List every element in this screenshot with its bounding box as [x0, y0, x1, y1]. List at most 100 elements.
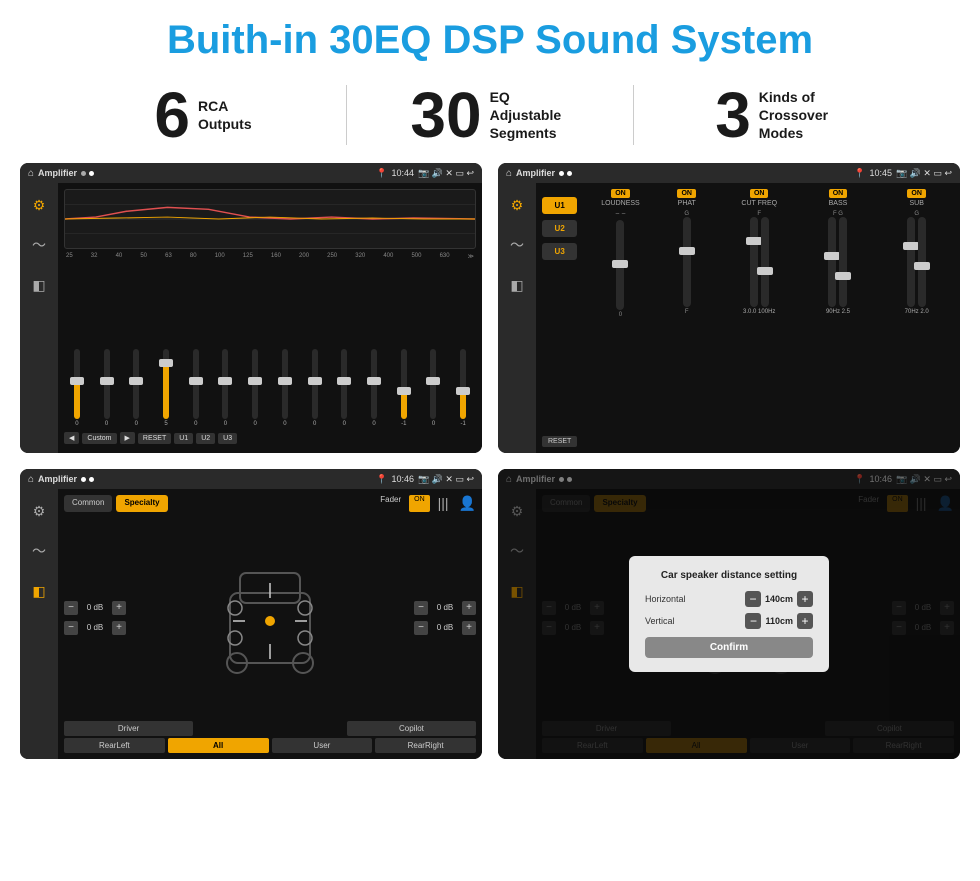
- dialog-title: Car speaker distance setting: [645, 570, 813, 581]
- tab-common[interactable]: Common: [64, 495, 112, 512]
- dialog-vertical-row: Vertical − 110cm +: [645, 613, 813, 629]
- ch-bass: ON BASS F G 90Hz 2.5: [801, 189, 876, 315]
- db-plus-1[interactable]: +: [112, 601, 126, 615]
- eq-slider-5[interactable]: 0: [183, 266, 209, 427]
- sidebar-eq-icon[interactable]: ⚙: [25, 191, 53, 219]
- db-plus-3[interactable]: +: [462, 601, 476, 615]
- sidebar-speaker-icon[interactable]: ◧: [25, 271, 53, 299]
- btn-user[interactable]: User: [272, 738, 373, 753]
- eq-slider-4[interactable]: 5: [153, 266, 179, 427]
- btn-rearleft[interactable]: RearLeft: [64, 738, 165, 753]
- spk-home-icon[interactable]: ⌂: [28, 474, 34, 485]
- eq-slider-7[interactable]: 0: [242, 266, 268, 427]
- xover-sidebar-spk-icon[interactable]: ◧: [503, 271, 531, 299]
- eq-slider-1[interactable]: 0: [64, 266, 90, 427]
- stat-number-3: 3: [715, 83, 751, 147]
- bass-on-badge[interactable]: ON: [829, 189, 848, 198]
- eq-custom-label: Custom: [82, 433, 116, 444]
- db-minus-2[interactable]: −: [64, 621, 78, 635]
- xover-sidebar-wave-icon[interactable]: 〜: [503, 231, 531, 259]
- dialog-vertical-control: − 110cm +: [745, 613, 813, 629]
- spk-app-name: Amplifier: [38, 474, 77, 484]
- db-minus-4[interactable]: −: [414, 621, 428, 635]
- eq-slider-6[interactable]: 0: [213, 266, 239, 427]
- spk-sidebar-spk-icon[interactable]: ◧: [25, 577, 53, 605]
- spk-sidebar-wave-icon[interactable]: 〜: [25, 537, 53, 565]
- xover-u3-btn[interactable]: U3: [542, 243, 577, 260]
- xover-time: 10:45: [869, 168, 892, 178]
- stats-row: 6 RCAOutputs 30 EQ AdjustableSegments 3 …: [0, 75, 980, 163]
- dialog-horizontal-minus[interactable]: −: [745, 591, 761, 607]
- confirm-button[interactable]: Confirm: [645, 637, 813, 658]
- speaker-status-bar: ⌂ Amplifier 📍 10:46 📷 🔊 ✕ ▭ ↩: [20, 469, 482, 489]
- speaker-screen-card: ⌂ Amplifier 📍 10:46 📷 🔊 ✕ ▭ ↩ ⚙ 〜 ◧ Comm…: [20, 469, 482, 759]
- cutfreq-on-badge[interactable]: ON: [750, 189, 769, 198]
- spk-left-sidebar: ⚙ 〜 ◧: [20, 489, 58, 759]
- eq-prev-btn[interactable]: ◀: [64, 432, 79, 444]
- xover-u1-btn[interactable]: U1: [542, 197, 577, 214]
- page-title: Buith-in 30EQ DSP Sound System: [0, 0, 980, 75]
- eq-slider-3[interactable]: 0: [123, 266, 149, 427]
- xover-home-icon[interactable]: ⌂: [506, 168, 512, 179]
- btn-all[interactable]: All: [168, 738, 269, 753]
- home-icon[interactable]: ⌂: [28, 168, 34, 179]
- dialog-horizontal-row: Horizontal − 140cm +: [645, 591, 813, 607]
- stat-item-eq: 30 EQ AdjustableSegments: [347, 83, 633, 147]
- db-minus-1[interactable]: −: [64, 601, 78, 615]
- dialog-vertical-minus[interactable]: −: [745, 613, 761, 629]
- db-plus-4[interactable]: +: [462, 621, 476, 635]
- eq-slider-12[interactable]: -1: [391, 266, 417, 427]
- eq-slider-9[interactable]: 0: [302, 266, 328, 427]
- eq-u2-btn[interactable]: U2: [196, 433, 215, 444]
- phat-on-badge[interactable]: ON: [677, 189, 696, 198]
- dialog-vertical-value: 110cm: [765, 616, 793, 626]
- tab-specialty[interactable]: Specialty: [116, 495, 167, 512]
- dialog-vertical-label: Vertical: [645, 616, 675, 626]
- sidebar-wave-icon[interactable]: 〜: [25, 231, 53, 259]
- eq-reset-btn[interactable]: RESET: [138, 433, 171, 444]
- eq-u1-btn[interactable]: U1: [174, 433, 193, 444]
- db-minus-3[interactable]: −: [414, 601, 428, 615]
- sub-on-badge[interactable]: ON: [907, 189, 926, 198]
- user-icon[interactable]: 👤: [459, 495, 476, 512]
- xover-sidebar-eq-icon[interactable]: ⚙: [503, 191, 531, 219]
- car-diagram: [132, 518, 408, 717]
- eq-status-icons: 📷 🔊 ✕ ▭ ↩: [418, 168, 474, 179]
- loudness-on-badge[interactable]: ON: [611, 189, 630, 198]
- eq-u3-btn[interactable]: U3: [218, 433, 237, 444]
- eq-slider-14[interactable]: -1: [450, 266, 476, 427]
- eq-graph: [64, 189, 476, 249]
- eq-screen-card: ⌂ Amplifier 📍 10:44 📷 🔊 ✕ ▭ ↩ ⚙ 〜 ◧: [20, 163, 482, 453]
- db-plus-2[interactable]: +: [112, 621, 126, 635]
- db-control-top-right: − 0 dB +: [414, 601, 476, 615]
- stat-text-crossover: Kinds ofCrossover Modes: [759, 88, 839, 143]
- dialog-horizontal-label: Horizontal: [645, 594, 686, 604]
- eq-dots: [81, 171, 94, 176]
- dialog-horizontal-plus[interactable]: +: [797, 591, 813, 607]
- stat-item-rca: 6 RCAOutputs: [60, 83, 346, 147]
- crossover-status-bar: ⌂ Amplifier 📍 10:45 📷 🔊 ✕ ▭ ↩: [498, 163, 960, 183]
- eq-location-icon: 📍: [376, 168, 387, 179]
- xover-reset-btn[interactable]: RESET: [542, 436, 577, 447]
- db-value-2: 0 dB: [81, 623, 109, 632]
- spk-sidebar-eq-icon[interactable]: ⚙: [25, 497, 53, 525]
- fader-on-btn[interactable]: ON: [409, 495, 430, 512]
- eq-slider-2[interactable]: 0: [94, 266, 120, 427]
- xover-dots: [559, 171, 572, 176]
- crossover-screen-card: ⌂ Amplifier 📍 10:45 📷 🔊 ✕ ▭ ↩ ⚙ 〜 ◧ U1 U…: [498, 163, 960, 453]
- dialog-box: Car speaker distance setting Horizontal …: [629, 556, 829, 672]
- btn-copilot[interactable]: Copilot: [347, 721, 476, 736]
- eq-slider-11[interactable]: 0: [361, 266, 387, 427]
- btn-rearright[interactable]: RearRight: [375, 738, 476, 753]
- eq-play-btn[interactable]: ▶: [120, 432, 135, 444]
- dialog-vertical-plus[interactable]: +: [797, 613, 813, 629]
- xover-u2-btn[interactable]: U2: [542, 220, 577, 237]
- eq-slider-8[interactable]: 0: [272, 266, 298, 427]
- eq-slider-13[interactable]: 0: [421, 266, 447, 427]
- btn-driver[interactable]: Driver: [64, 721, 193, 736]
- stat-number-30: 30: [410, 83, 481, 147]
- stat-text-rca: RCAOutputs: [198, 97, 252, 133]
- db-value-3: 0 dB: [431, 603, 459, 612]
- db-control-bottom-left: − 0 dB +: [64, 621, 126, 635]
- eq-slider-10[interactable]: 0: [331, 266, 357, 427]
